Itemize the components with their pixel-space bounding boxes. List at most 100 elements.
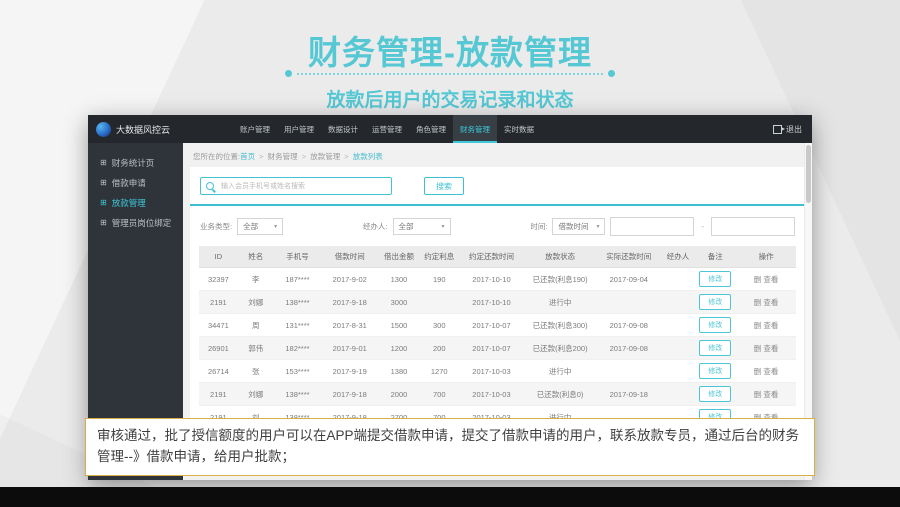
cell-loan-date: 2017-9-18 [321,290,379,314]
cell-operation: 删 查看 [736,290,796,314]
operation-links[interactable]: 删 查看 [754,367,779,376]
filter-business-select[interactable]: 全部 ▾ [237,218,284,235]
search-button[interactable]: 搜索 [424,177,464,195]
remark-edit-button[interactable]: 修改 [699,294,732,310]
menu-grid-icon: ⊞ [100,178,107,187]
top-nav-item[interactable]: 角色管理 [409,115,453,143]
cell-phone: 138**** [273,290,322,314]
table-header-row: ID 姓名 手机号 借款时间 借出金额 约定利息 约定还款时间 放款状态 实际还款时间 经办人 备注… [199,246,796,268]
operation-links[interactable]: 删 查看 [754,321,779,330]
cell-handler [661,313,695,337]
cell-due-date: 2017-10-07 [458,313,525,337]
brand-logo: 大数据风控云 [88,121,191,137]
table-column-header: 借款时间 [321,246,379,268]
cell-handler [661,359,695,383]
logout-label: 退出 [786,124,802,134]
cell-amount: 1300 [378,267,420,291]
cell-loan-date: 2017-9-01 [321,336,379,360]
remark-edit-button[interactable]: 修改 [699,340,732,356]
operation-links[interactable]: 删 查看 [754,298,779,307]
cell-repaid-date: 2017-09-08 [595,313,662,337]
cell-interest: 1270 [419,359,459,383]
filter-business-value: 全部 [243,222,259,231]
top-nav-item[interactable]: 财务管理 [453,115,497,143]
breadcrumb-link[interactable]: 放款管理 [310,152,340,161]
top-nav-item[interactable]: 数据设计 [321,115,365,143]
cell-id: 26901 [199,336,238,360]
top-nav-item[interactable]: 用户管理 [277,115,321,143]
filter-handler-select[interactable]: 全部 ▾ [392,218,451,235]
cell-amount: 1500 [378,313,420,337]
filter-business: 业务类型: 全部 ▾ [200,218,284,235]
cell-phone: 138**** [273,382,322,406]
menu-grid-icon: ⊞ [100,158,107,167]
breadcrumb-link[interactable]: 首页 [240,152,255,161]
cell-operation: 删 查看 [736,313,796,337]
filter-bar: 业务类型: 全部 ▾ 经办人: 全部 ▾ 时间: 借款时间 ▾ - [190,206,805,246]
menu-grid-icon: ⊞ [100,198,107,207]
cell-due-date: 2017-10-07 [458,336,525,360]
sidebar-item[interactable]: ⊞ 财务统计页 [88,153,183,173]
menu-grid-icon: ⊞ [100,218,107,227]
cell-repaid-date: 2017-09-04 [595,267,662,291]
cell-status: 进行中 [524,290,596,314]
cell-name: 刘娜 [237,290,274,314]
date-to-input[interactable] [710,217,795,236]
sidebar-item[interactable]: ⊞ 借款申请 [88,173,183,193]
remark-edit-button[interactable]: 修改 [699,386,732,402]
cell-handler [661,267,695,291]
cell-status: 已还款(利息200) [524,336,596,360]
operation-links[interactable]: 删 查看 [754,390,779,399]
table-row: 2191 刘娜 138**** 2017-9-18 2000 700 2017-10-03 已… [199,382,796,406]
breadcrumb-link[interactable]: 放款列表 [353,152,383,161]
table-column-header: 实际还款时间 [595,246,662,268]
cell-status: 已还款(利息0) [524,382,596,406]
sidebar-item-label: 财务统计页 [111,158,155,168]
cell-operation: 删 查看 [736,382,796,406]
sidebar-item[interactable]: ⊞ 管理员岗位绑定 [88,213,183,233]
breadcrumb-link[interactable]: 财务管理 [268,152,298,161]
table-row: 26901 郭伟 182**** 2017-9-01 1200 200 2017-10-07… [199,336,796,360]
chevron-down-icon: ▾ [441,224,445,230]
table-column-header: 经办人 [661,246,695,268]
remark-edit-button[interactable]: 修改 [699,317,732,333]
filter-handler-label: 经办人: [362,222,388,231]
cell-repaid-date: 2017-09-18 [595,382,662,406]
date-from-input[interactable] [610,217,695,236]
logout-button[interactable]: 退出 [773,124,812,135]
operation-links[interactable]: 删 查看 [754,275,779,284]
search-box[interactable] [200,177,392,195]
content-panel: 搜索 业务类型: 全部 ▾ 经办人: [190,167,805,457]
cell-repaid-date [595,359,662,383]
top-nav-item[interactable]: 账户管理 [233,115,277,143]
remark-edit-button[interactable]: 修改 [699,271,732,287]
table-column-header: 放款状态 [524,246,596,268]
top-nav-item[interactable]: 实时数据 [497,115,541,143]
top-nav-item[interactable]: 运营管理 [365,115,409,143]
breadcrumb-separator: > [299,152,309,161]
title-divider [285,70,615,77]
cell-due-date: 2017-10-03 [458,382,525,406]
cell-status: 已还款(利息300) [524,313,596,337]
logout-icon [773,124,785,134]
divider-dotted-line [297,72,603,75]
chevron-down-icon: ▾ [274,224,278,230]
top-bar: 大数据风控云 账户管理 用户管理 数据设计 运营管理 角色管理 财务管理 实时数据 退出 [88,115,812,143]
cell-status: 已还款(利息190) [524,267,596,291]
date-range-separator: - [701,222,704,231]
filter-time-select[interactable]: 借款时间 ▾ [552,218,606,235]
search-input[interactable] [219,181,386,191]
table-column-header: 手机号 [273,246,322,268]
operation-links[interactable]: 删 查看 [754,344,779,353]
cell-interest: 700 [419,382,459,406]
cell-operation: 删 查看 [736,267,796,291]
brand-logo-icon [96,121,111,137]
filter-business-label: 业务类型: [200,222,233,231]
cell-phone: 187**** [273,267,322,291]
cell-status: 进行中 [524,359,596,383]
scrollbar-thumb[interactable] [806,145,811,203]
cell-interest: 200 [419,336,459,360]
sidebar-item[interactable]: ⊞ 放款管理 [88,193,183,213]
remark-edit-button[interactable]: 修改 [699,363,732,379]
cell-due-date: 2017-10-10 [458,290,525,314]
